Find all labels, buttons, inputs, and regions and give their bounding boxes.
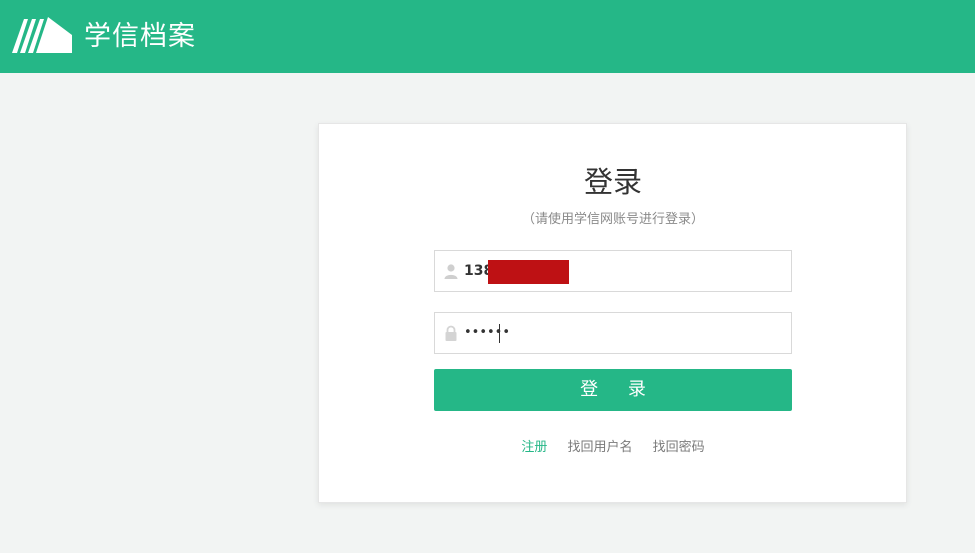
text-cursor [499,324,500,343]
find-username-link[interactable]: 找回用户名 [567,440,632,455]
login-title: 登录 [583,165,642,199]
lock-icon [445,325,457,341]
password-field[interactable]: •••••• [434,312,792,354]
login-button[interactable]: 登 录 [434,369,792,411]
account-links: 注册 找回用户名 找回密码 [319,439,907,457]
redaction-box [488,260,569,284]
open-book-icon [12,17,72,53]
login-card: 登录 （请使用学信网账号进行登录） 138 •••••• 登 录 注册 找回用户… [318,123,907,503]
register-link[interactable]: 注册 [521,440,547,455]
user-icon [444,264,458,279]
top-header: 学信档案 [0,0,975,73]
username-field[interactable]: 138 [434,250,792,292]
password-value: •••••• [464,325,511,340]
site-logo-text: 学信档案 [84,21,196,52]
login-subtitle: （请使用学信网账号进行登录） [521,212,704,227]
find-password-link[interactable]: 找回密码 [653,440,705,455]
